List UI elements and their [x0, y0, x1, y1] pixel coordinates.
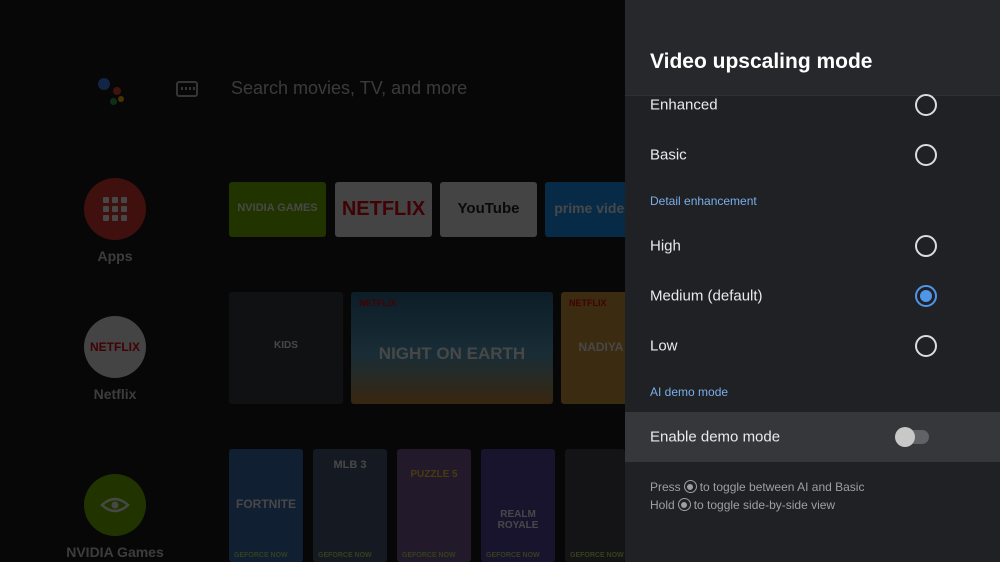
option-label: Basic [650, 146, 687, 164]
option-low[interactable]: Low [625, 321, 1000, 371]
card-kids[interactable]: KIDS [229, 292, 343, 404]
option-label: Low [650, 337, 678, 355]
side-label-nvidia-games: NVIDIA Games [66, 544, 164, 560]
nvidia-games-icon[interactable] [84, 474, 146, 536]
card-night-on-earth[interactable]: NETFLIX NIGHT ON EARTH [351, 292, 553, 404]
settings-panel: Video upscaling mode Enhanced Basic Deta… [625, 0, 1000, 562]
option-enhanced[interactable]: Enhanced [625, 80, 1000, 130]
app-tile-netflix[interactable]: NETFLIX [335, 182, 432, 237]
radio-unselected-icon[interactable] [915, 335, 937, 357]
netflix-logo-text: NETFLIX [90, 340, 140, 354]
section-detail-enhancement: Detail enhancement [650, 194, 757, 208]
toggle-thumb [895, 427, 915, 447]
option-label: Enhanced [650, 96, 718, 114]
netflix-app-icon[interactable]: NETFLIX [84, 316, 146, 378]
radio-unselected-icon[interactable] [915, 144, 937, 166]
option-label: Enable demo mode [650, 428, 781, 446]
radio-unselected-icon[interactable] [915, 94, 937, 116]
option-label: High [650, 237, 681, 255]
apps-icon[interactable] [84, 178, 146, 240]
app-tile-youtube[interactable]: YouTube [440, 182, 537, 237]
radio-unselected-icon[interactable] [915, 235, 937, 257]
keyboard-icon[interactable] [176, 81, 198, 97]
panel-title: Video upscaling mode [650, 50, 873, 73]
game-tile[interactable]: MLB 3 GEFORCE NOW [313, 449, 387, 562]
game-tile[interactable]: FORTNITE GEFORCE NOW [229, 449, 303, 562]
radio-selected-icon[interactable] [915, 285, 937, 307]
game-tile[interactable]: REALM ROYALE GEFORCE NOW [481, 449, 555, 562]
hint-press: Press to toggle between AI and Basic [650, 480, 865, 494]
option-label: Medium (default) [650, 287, 763, 305]
search-input[interactable]: Search movies, TV, and more [231, 78, 467, 99]
side-label-apps: Apps [97, 248, 133, 264]
option-high[interactable]: High [625, 221, 1000, 271]
google-assistant-icon[interactable] [96, 72, 132, 108]
game-tile[interactable]: GEFORCE NOW [565, 449, 625, 562]
game-tile[interactable]: PUZZLE 5 GEFORCE NOW [397, 449, 471, 562]
select-button-icon [683, 480, 697, 493]
hint-hold: Hold to toggle side-by-side view [650, 498, 836, 512]
option-medium-default[interactable]: Medium (default) [625, 271, 1000, 321]
select-button-icon [677, 498, 691, 511]
nvidia-eye-icon [100, 497, 130, 513]
option-enable-demo-mode[interactable]: Enable demo mode [625, 412, 1000, 462]
section-ai-demo-mode: AI demo mode [650, 385, 729, 399]
app-tile-nvidia-games[interactable]: NVIDIA GAMES [229, 182, 326, 237]
option-basic[interactable]: Basic [625, 130, 1000, 180]
side-label-netflix: Netflix [93, 386, 137, 402]
